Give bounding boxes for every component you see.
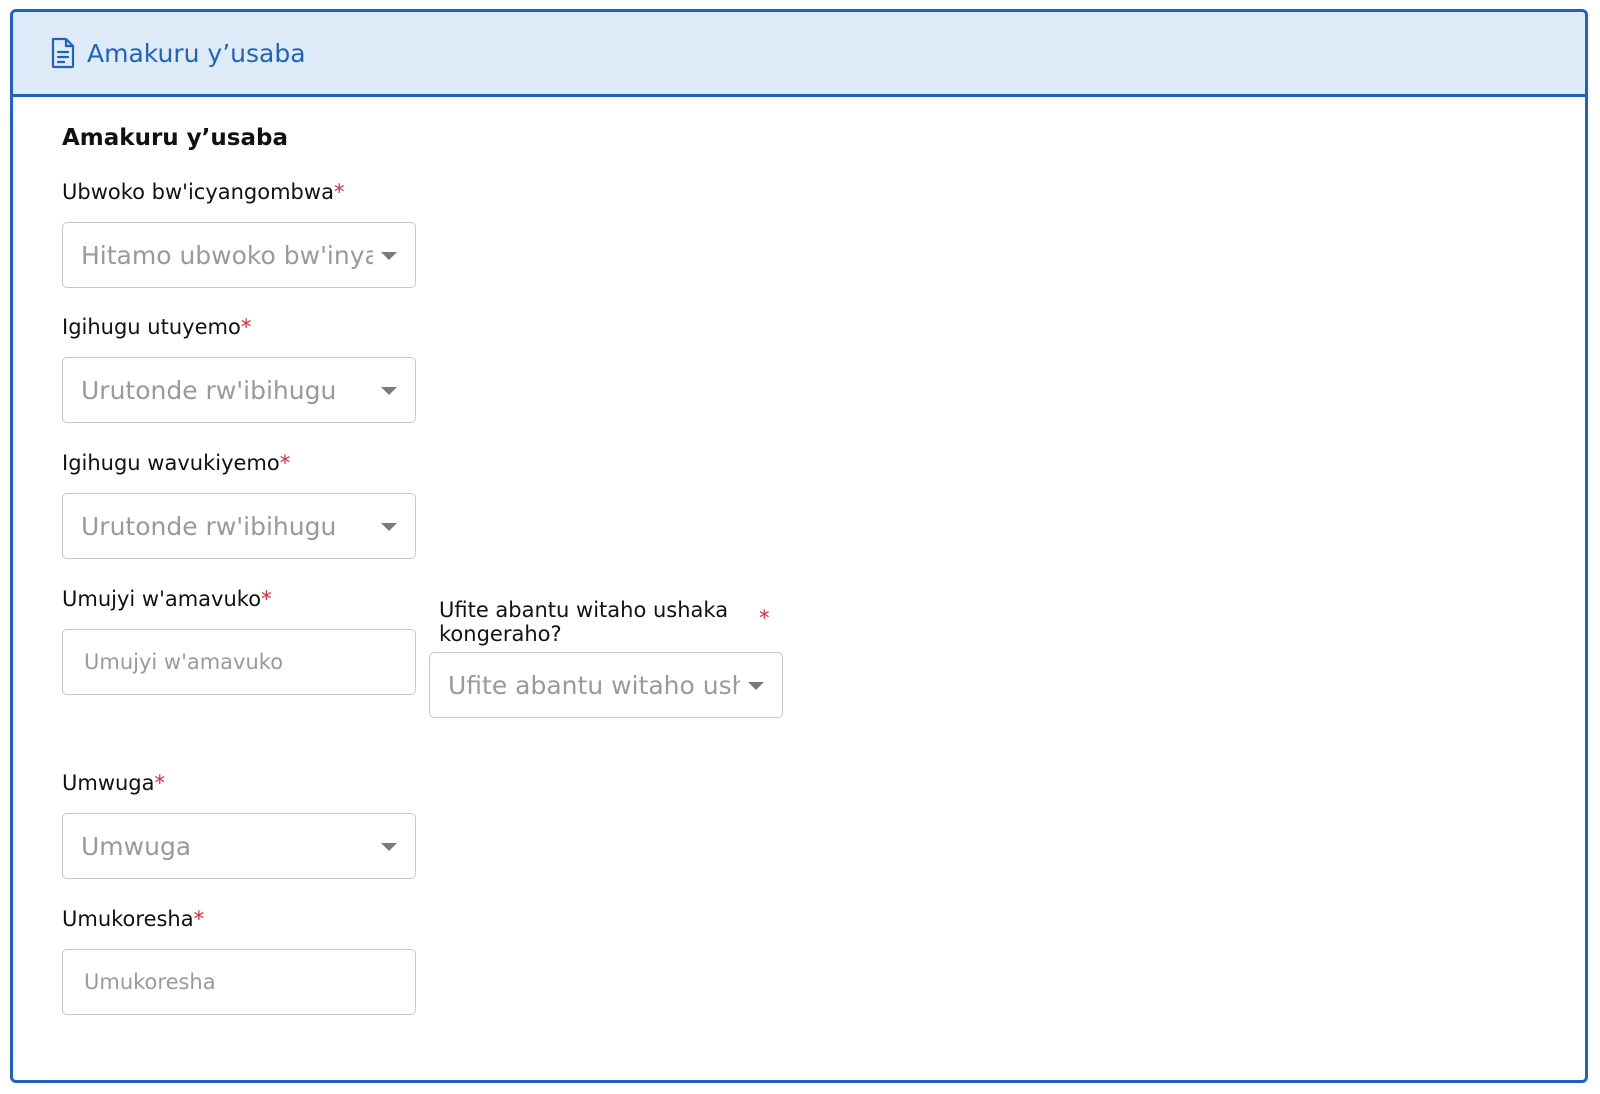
residence-country-select[interactable]: Urutonde rw'ibihugu [62, 357, 416, 423]
occupation-placeholder: Umwuga [81, 831, 192, 861]
chevron-down-icon [381, 387, 397, 395]
document-icon [50, 37, 76, 69]
employer-label-text: Umukoresha [62, 907, 194, 931]
occupation-label: Umwuga* [62, 771, 165, 795]
section-title: Amakuru y’usaba [62, 125, 288, 151]
applicant-info-panel: Amakuru y’usaba Amakuru y’usaba Ubwoko b… [10, 9, 1588, 1083]
required-marker: * [759, 606, 770, 630]
required-marker: * [333, 180, 345, 204]
birth-city-input[interactable] [81, 650, 404, 674]
chevron-down-icon [381, 843, 397, 851]
additional-people-label: Ufite abantu witaho ushaka kongeraho? [439, 598, 729, 646]
residence-country-label: Igihugu utuyemo* [62, 315, 251, 339]
required-marker: * [279, 451, 291, 475]
chevron-down-icon [381, 252, 397, 260]
panel-title: Amakuru y’usaba [87, 38, 306, 68]
birth-country-select[interactable]: Urutonde rw'ibihugu [62, 493, 416, 559]
additional-people-placeholder: Ufite abantu witaho ushaka kongeraho? [448, 670, 740, 700]
occupation-select[interactable]: Umwuga [62, 813, 416, 879]
residence-country-label-text: Igihugu utuyemo [62, 315, 241, 339]
employer-input[interactable] [81, 970, 404, 994]
visa-type-select[interactable]: Hitamo ubwoko bw'inyandiko [62, 222, 416, 288]
birth-country-label-text: Igihugu wavukiyemo [62, 451, 280, 475]
occupation-label-text: Umwuga [62, 771, 155, 795]
birth-city-label: Umujyi w'amavuko* [62, 587, 272, 611]
residence-country-placeholder: Urutonde rw'ibihugu [81, 375, 337, 405]
required-marker: * [261, 587, 272, 611]
birth-city-field[interactable] [62, 629, 416, 695]
chevron-down-icon [381, 523, 397, 531]
birth-city-label-text: Umujyi w'amavuko [62, 587, 262, 611]
visa-type-label-text: Ubwoko bw'icyangombwa [62, 180, 334, 204]
chevron-down-icon [748, 682, 764, 690]
visa-type-label: Ubwoko bw'icyangombwa* [62, 180, 344, 204]
additional-people-select[interactable]: Ufite abantu witaho ushaka kongeraho? [429, 652, 783, 718]
birth-country-label: Igihugu wavukiyemo* [62, 451, 290, 475]
employer-field[interactable] [62, 949, 416, 1015]
required-marker: * [193, 907, 205, 931]
birth-country-placeholder: Urutonde rw'ibihugu [81, 511, 337, 541]
visa-type-placeholder: Hitamo ubwoko bw'inyandiko [81, 240, 373, 270]
employer-label: Umukoresha* [62, 907, 204, 931]
panel-header: Amakuru y’usaba [13, 12, 1585, 97]
required-marker: * [154, 771, 166, 795]
required-marker: * [240, 315, 252, 339]
